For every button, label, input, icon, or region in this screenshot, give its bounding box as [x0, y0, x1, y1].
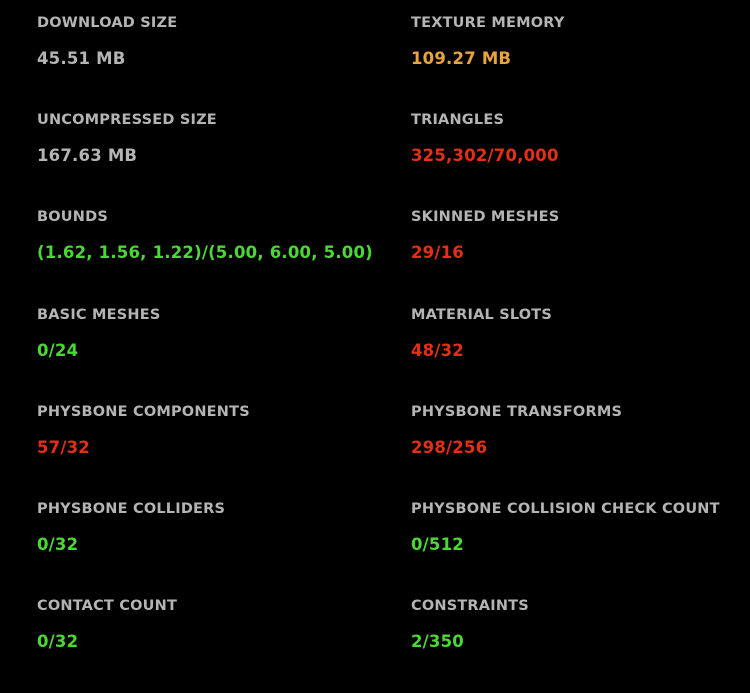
stat-label: SKINNED MESHES: [411, 209, 560, 226]
stat-label: CONSTRAINTS: [411, 598, 529, 615]
stat-constraints: CONSTRAINTS 2/350: [411, 596, 750, 693]
stat-label: PHYSBONE COMPONENTS: [37, 403, 250, 420]
stat-label: BOUNDS: [37, 209, 108, 226]
stat-label: PHYSBONE COLLISION CHECK COUNT: [411, 500, 720, 517]
stat-value: 0/32: [37, 632, 79, 652]
stat-value: 57/32: [37, 437, 90, 457]
stat-skinned-meshes: SKINNED MESHES 29/16: [411, 207, 750, 304]
stat-value: 0/512: [411, 534, 464, 554]
stat-label: UNCOMPRESSED SIZE: [37, 112, 217, 129]
stat-download-size: DOWNLOAD SIZE 45.51 MB: [37, 13, 411, 110]
stat-physbone-collision-check-count: PHYSBONE COLLISION CHECK COUNT 0/512: [411, 499, 750, 596]
stat-value: 2/350: [411, 632, 464, 652]
stat-value: 325,302/70,000: [411, 146, 559, 166]
stat-basic-meshes: BASIC MESHES 0/24: [37, 305, 411, 402]
stat-label: BASIC MESHES: [37, 306, 161, 323]
stat-value: 0/32: [37, 534, 79, 554]
stat-value: 48/32: [411, 340, 464, 360]
avatar-performance-stats: DOWNLOAD SIZE 45.51 MB TEXTURE MEMORY 10…: [37, 13, 750, 693]
stat-contact-count: CONTACT COUNT 0/32: [37, 596, 411, 693]
stat-label: TRIANGLES: [411, 112, 505, 129]
stat-uncompressed-size: UNCOMPRESSED SIZE 167.63 MB: [37, 110, 411, 207]
stat-value: 45.51 MB: [37, 49, 126, 68]
stat-label: DOWNLOAD SIZE: [37, 15, 178, 31]
stat-value: 109.27 MB: [411, 49, 512, 68]
stat-physbone-components: PHYSBONE COMPONENTS 57/32: [37, 402, 411, 499]
stat-label: TEXTURE MEMORY: [411, 15, 565, 31]
stat-label: PHYSBONE TRANSFORMS: [411, 403, 623, 420]
stat-value: 298/256: [411, 437, 488, 457]
stat-texture-memory: TEXTURE MEMORY 109.27 MB: [411, 13, 750, 110]
stat-physbone-transforms: PHYSBONE TRANSFORMS 298/256: [411, 402, 750, 499]
stat-label: CONTACT COUNT: [37, 598, 178, 615]
stat-triangles: TRIANGLES 325,302/70,000: [411, 110, 750, 207]
stat-value: 167.63 MB: [37, 146, 138, 166]
stat-value: (1.62, 1.56, 1.22)/(5.00, 6.00, 5.00): [37, 243, 373, 263]
stat-label: PHYSBONE COLLIDERS: [37, 500, 226, 517]
stat-material-slots: MATERIAL SLOTS 48/32: [411, 305, 750, 402]
stat-bounds: BOUNDS (1.62, 1.56, 1.22)/(5.00, 6.00, 5…: [37, 207, 411, 304]
stat-value: 0/24: [37, 340, 79, 360]
stat-value: 29/16: [411, 243, 464, 263]
stat-physbone-colliders: PHYSBONE COLLIDERS 0/32: [37, 499, 411, 596]
stat-label: MATERIAL SLOTS: [411, 306, 553, 323]
